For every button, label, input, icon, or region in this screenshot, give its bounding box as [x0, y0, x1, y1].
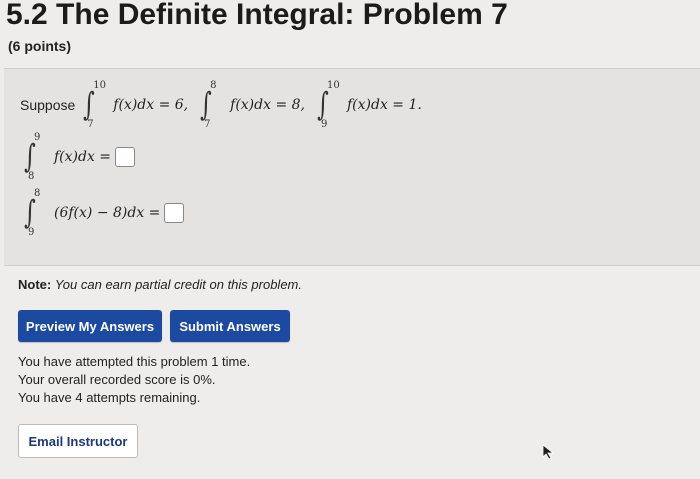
upper-limit: 9 — [34, 132, 41, 143]
upper-limit: 10 — [327, 80, 340, 91]
note-label: Note: — [18, 277, 52, 292]
integral-sign: ∫ 9 8 — [24, 132, 41, 182]
integrand: f(x)dx = 8, — [230, 97, 305, 113]
remaining-text: You have 4 attempts remaining. — [18, 390, 201, 405]
question-2: ∫ 8 9 (6f(x) − 8)dx = — [22, 188, 185, 238]
note-text: You can earn partial credit on this prob… — [54, 277, 302, 292]
integrand: f(x)dx = — [54, 149, 112, 165]
suppose-label: Suppose — [20, 97, 76, 113]
integral-sign: ∫ 8 7 — [200, 80, 217, 130]
lower-limit: 8 — [28, 171, 35, 182]
integral-sign: ∫ 8 9 — [24, 188, 41, 238]
integrand: f(x)dx = 6, — [113, 97, 189, 113]
note: Note: You can earn partial credit on thi… — [18, 277, 302, 292]
mouse-cursor-icon — [542, 444, 555, 460]
answer-input-1[interactable] — [115, 147, 136, 167]
integrand: f(x)dx = 1. — [347, 97, 422, 113]
score-text: Your overall recorded score is 0%. — [18, 372, 216, 387]
given-integrals: Suppose ∫ 10 7 f(x)dx = 6, ∫ 8 7 f(x)dx … — [20, 80, 422, 130]
submit-answers-button[interactable]: Submit Answers — [170, 310, 290, 342]
question-1: ∫ 9 8 f(x)dx = — [22, 132, 136, 182]
lower-limit: 7 — [87, 119, 94, 130]
attempt-status: You have attempted this problem 1 time. … — [18, 353, 250, 407]
points-label: (6 points) — [8, 38, 71, 54]
upper-limit: 10 — [93, 80, 107, 91]
attempted-text: You have attempted this problem 1 time. — [18, 354, 251, 369]
answer-input-2[interactable] — [164, 203, 185, 223]
upper-limit: 8 — [210, 80, 217, 91]
lower-limit: 9 — [28, 227, 35, 238]
integrand: (6f(x) − 8)dx = — [54, 205, 161, 221]
integral-sign: ∫ 10 9 — [317, 80, 340, 130]
integral-sign: ∫ 10 7 — [83, 80, 107, 130]
preview-answers-button[interactable]: Preview My Answers — [18, 310, 162, 342]
upper-limit: 8 — [34, 188, 41, 199]
page-title: 5.2 The Definite Integral: Problem 7 — [6, 0, 508, 31]
lower-limit: 9 — [321, 119, 328, 130]
lower-limit: 7 — [204, 119, 211, 130]
email-instructor-button[interactable]: Email Instructor — [18, 424, 138, 458]
